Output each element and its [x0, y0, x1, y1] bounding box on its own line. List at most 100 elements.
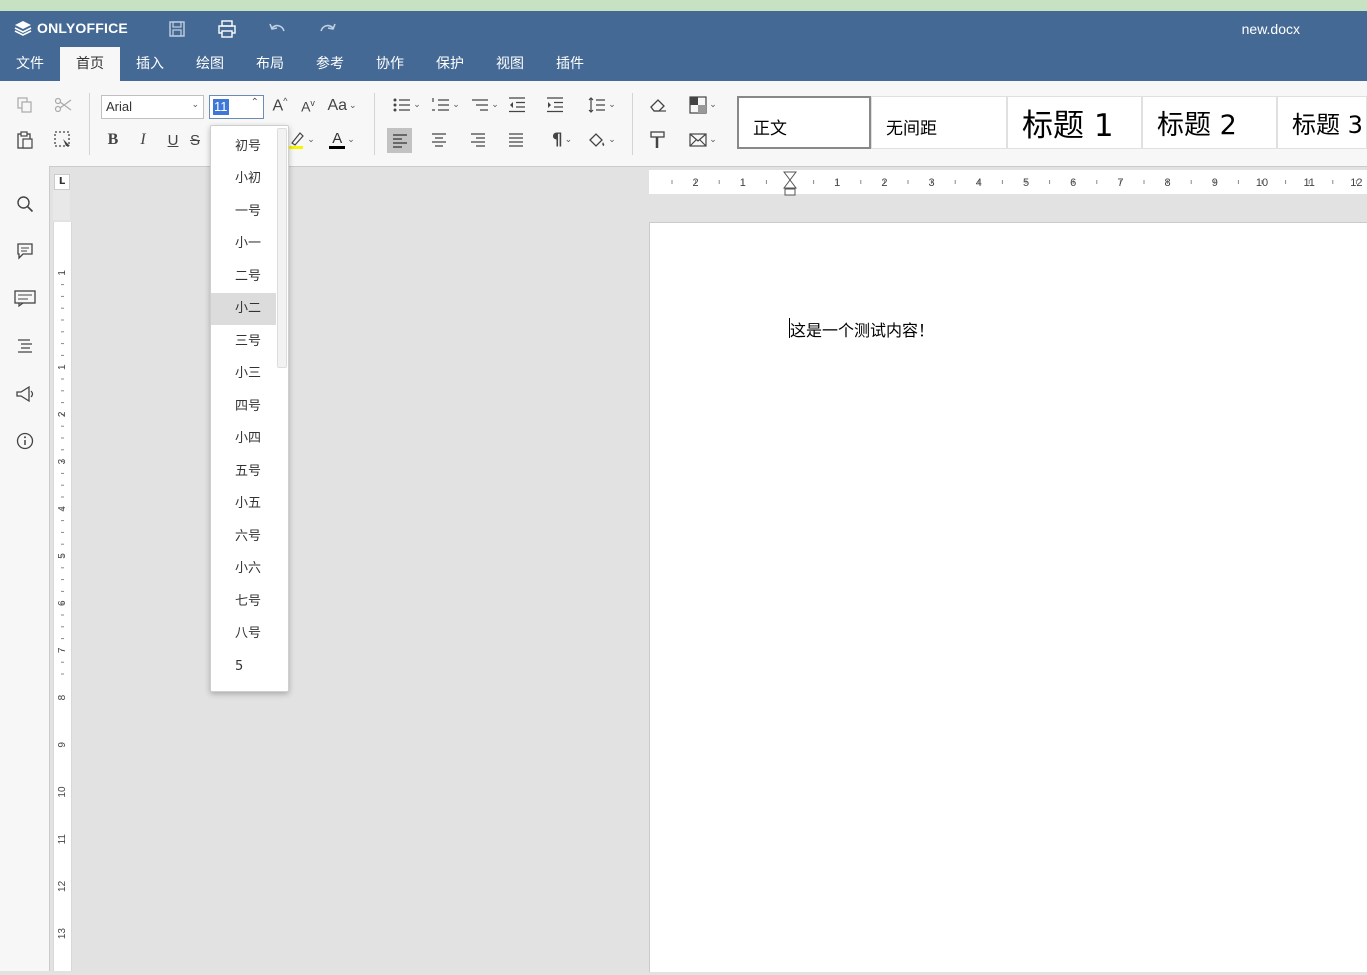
vertical-ruler[interactable]: 1 1 2 3 4 5 6 7 8 9 10 11 12 13 — [53, 222, 72, 971]
style-heading-3[interactable]: 标题 3 — [1277, 96, 1367, 149]
ruler-label: 11 — [57, 834, 68, 845]
font-size-option[interactable]: 5 — [211, 651, 276, 683]
increase-indent-button[interactable] — [543, 93, 567, 117]
justify-button[interactable] — [504, 128, 528, 152]
font-size-option[interactable]: 小四 — [211, 423, 276, 455]
ruler-label: 10 — [57, 786, 68, 798]
style-no-spacing[interactable]: 无间距 — [871, 96, 1007, 149]
tab-collaboration[interactable]: 协作 — [360, 47, 420, 81]
chat-icon[interactable] — [12, 285, 37, 310]
numbered-list-button[interactable]: ⌄ — [428, 93, 464, 117]
nonprinting-characters-button[interactable]: ¶ ⌄ — [544, 128, 580, 152]
tab-plugins[interactable]: 插件 — [540, 47, 600, 81]
font-size-option[interactable]: 四号 — [211, 391, 276, 423]
cut-icon[interactable] — [51, 93, 75, 117]
search-icon[interactable] — [12, 191, 37, 216]
ruler-label: 5 — [1023, 177, 1029, 189]
font-name-value: Arial — [106, 99, 133, 114]
decrease-font-size-button[interactable]: Av — [296, 94, 320, 118]
print-icon[interactable] — [215, 17, 239, 41]
font-size-dropdown[interactable]: 初号 小初 一号 小一 二号 小二 三号 小三 四号 小四 五号 小五 六号 小… — [210, 125, 289, 692]
style-heading-2[interactable]: 标题 2 — [1142, 96, 1277, 149]
feedback-megaphone-icon[interactable] — [12, 381, 37, 406]
undo-icon[interactable] — [265, 17, 289, 41]
chevron-down-icon[interactable]: ⌄ — [191, 100, 199, 110]
chevron-down-icon: ⌄ — [349, 101, 357, 111]
decrease-indent-icon — [509, 97, 525, 113]
change-case-button[interactable]: Aa ⌄ — [324, 94, 360, 118]
align-right-button[interactable] — [466, 128, 490, 152]
chevron-down-icon: ⌄ — [307, 135, 315, 145]
font-size-combo[interactable]: 11 ⌃ — [209, 95, 264, 119]
navigation-icon[interactable] — [12, 333, 37, 358]
align-center-button[interactable] — [427, 128, 451, 152]
font-size-option[interactable]: 五号 — [211, 456, 276, 488]
dropdown-scrollbar[interactable] — [277, 128, 287, 368]
font-size-option[interactable]: 七号 — [211, 586, 276, 618]
about-info-icon[interactable] — [12, 428, 37, 453]
font-size-option[interactable]: 二号 — [211, 261, 276, 293]
bold-button[interactable]: B — [101, 128, 125, 152]
copy-icon[interactable] — [13, 93, 37, 117]
font-size-option[interactable]: 八号 — [211, 618, 276, 650]
paste-icon[interactable] — [13, 128, 37, 152]
font-name-combo[interactable]: Arial ⌄ — [101, 95, 204, 119]
tab-view[interactable]: 视图 — [480, 47, 540, 81]
tab-references[interactable]: 参考 — [300, 47, 360, 81]
font-size-option[interactable]: 三号 — [211, 326, 276, 358]
font-size-option-highlighted[interactable]: 小二 — [211, 293, 276, 325]
highlight-color-button[interactable]: ⌄ — [286, 128, 318, 152]
indent-marker[interactable] — [783, 171, 797, 189]
menu-bar: 文件 首页 插入 绘图 布局 参考 协作 保护 视图 插件 — [0, 47, 1367, 81]
font-size-value[interactable]: 11 — [213, 99, 229, 115]
tab-draw[interactable]: 绘图 — [180, 47, 240, 81]
font-size-option[interactable]: 初号 — [211, 131, 276, 163]
strikethrough-button[interactable]: S — [190, 128, 210, 152]
tab-layout[interactable]: 布局 — [240, 47, 300, 81]
font-size-option[interactable]: 小一 — [211, 228, 276, 260]
increase-font-size-button[interactable]: A^ — [268, 94, 292, 118]
chevron-up-icon[interactable]: ⌃ — [251, 97, 259, 108]
toolbar-separator — [632, 93, 633, 155]
left-indent-marker[interactable] — [784, 188, 796, 196]
font-size-option[interactable]: 一号 — [211, 196, 276, 228]
mail-merge-button[interactable]: ⌄ — [685, 128, 721, 152]
italic-button[interactable]: I — [131, 128, 155, 152]
chevron-down-icon: ⌄ — [413, 100, 421, 110]
font-size-option[interactable]: 小六 — [211, 553, 276, 585]
copy-style-button[interactable] — [646, 128, 670, 152]
ruler-label: 2 — [57, 411, 68, 417]
decrease-indent-button[interactable] — [505, 93, 529, 117]
font-size-option[interactable]: 六号 — [211, 521, 276, 553]
font-size-option[interactable]: 小初 — [211, 163, 276, 195]
underline-button[interactable]: U — [161, 128, 185, 152]
redo-icon[interactable] — [316, 17, 340, 41]
font-color-button[interactable]: A ⌄ — [324, 128, 360, 152]
style-normal[interactable]: 正文 — [737, 96, 871, 149]
paragraph-shading-button[interactable]: ⌄ — [584, 128, 620, 152]
vertical-ruler-ticks: 112345678910111213 — [57, 270, 68, 940]
tab-stop-selector[interactable]: L — [54, 174, 70, 190]
strikethrough-icon: S — [190, 131, 201, 149]
align-left-button[interactable] — [387, 128, 412, 153]
select-all-icon[interactable] — [51, 128, 75, 152]
line-spacing-button[interactable]: ⌄ — [584, 93, 620, 117]
document-page[interactable]: 这是一个测试内容！ — [649, 222, 1367, 972]
color-scheme-button[interactable]: ⌄ — [685, 93, 721, 117]
tab-insert[interactable]: 插入 — [120, 47, 180, 81]
tab-protection[interactable]: 保护 — [420, 47, 480, 81]
comments-icon[interactable] — [12, 238, 37, 263]
tab-file[interactable]: 文件 — [0, 47, 60, 81]
font-size-option[interactable]: 小五 — [211, 488, 276, 520]
decrease-font-icon: Av — [301, 97, 315, 115]
font-size-option[interactable]: 小三 — [211, 358, 276, 390]
tab-home[interactable]: 首页 — [60, 47, 120, 81]
horizontal-ruler[interactable]: 2 1 1 2 3 4 5 6 7 8 9 10 11 12 — [649, 170, 1367, 196]
document-paragraph[interactable]: 这是一个测试内容！ — [790, 317, 934, 341]
chevron-down-icon: ⌄ — [564, 135, 573, 145]
style-heading-1[interactable]: 标题 1 — [1007, 96, 1142, 149]
multilevel-list-button[interactable]: ⌄ — [467, 93, 503, 117]
clear-style-button[interactable] — [646, 93, 670, 117]
save-icon[interactable] — [165, 17, 189, 41]
bullet-list-button[interactable]: ⌄ — [389, 93, 425, 117]
